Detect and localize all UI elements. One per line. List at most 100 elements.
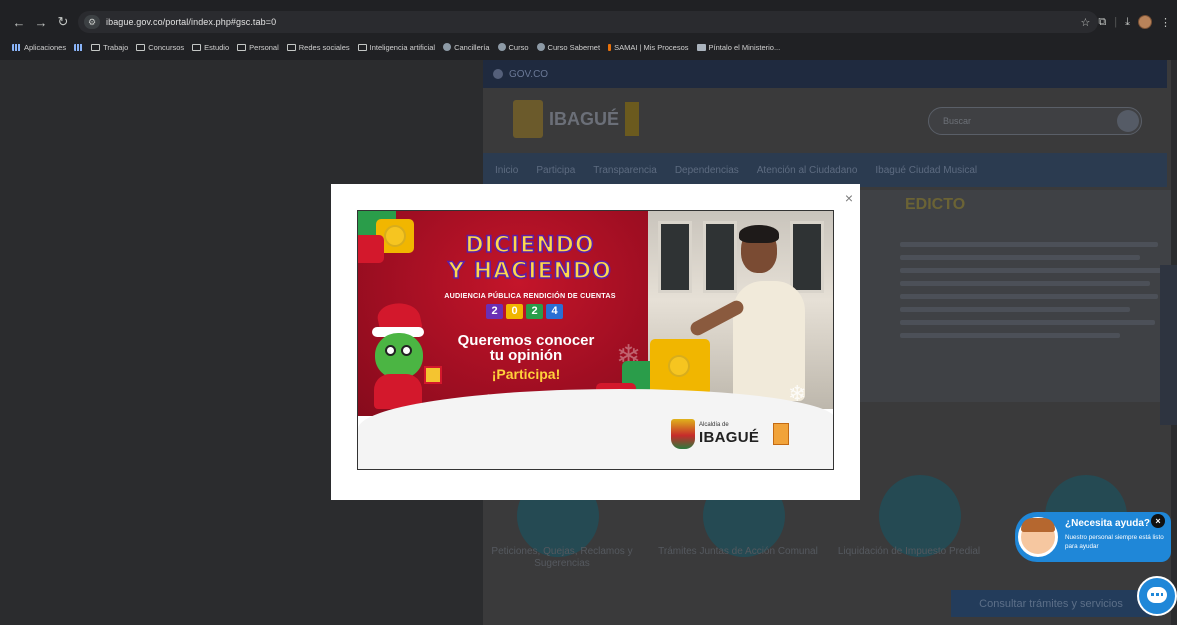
chat-button[interactable] xyxy=(1137,576,1177,616)
lego-block-yellow xyxy=(650,339,710,395)
consult-services-button[interactable]: Consultar trámites y servicios xyxy=(951,590,1151,617)
brand-tag-icon xyxy=(773,423,790,445)
nav-inicio[interactable]: Inicio xyxy=(495,165,518,176)
lego-block-red xyxy=(358,235,384,263)
edicto-text-line xyxy=(900,255,1140,260)
site-search-input[interactable]: Buscar xyxy=(928,107,1142,135)
service-label-pqrs[interactable]: Peticiones, Quejas, Reclamos y Sugerenci… xyxy=(477,546,647,570)
course-icon xyxy=(497,43,506,51)
nav-atencion[interactable]: Atención al Ciudadano xyxy=(757,165,858,176)
divider-icon: | xyxy=(1114,16,1118,28)
extensions-icon[interactable]: ⧉ xyxy=(1098,16,1106,29)
gift-icon xyxy=(424,366,442,384)
year-digit: 2 xyxy=(526,304,543,319)
bookmark-curso-sabernet[interactable]: Curso Sabernet xyxy=(536,43,600,52)
search-placeholder: Buscar xyxy=(943,116,972,126)
year-digit: 4 xyxy=(546,304,563,319)
samai-icon xyxy=(608,43,612,51)
alcaldia-wordmark: Alcaldía de IBAGUÉ xyxy=(699,422,759,446)
forward-arrow-icon[interactable]: → xyxy=(30,11,52,33)
menu-icon[interactable]: ⋮ xyxy=(1160,16,1171,29)
apps-grid-icon xyxy=(74,43,84,51)
nav-transparencia[interactable]: Transparencia xyxy=(593,165,657,176)
bookmark-trabajo[interactable]: Trabajo xyxy=(91,43,128,52)
modal-close-button[interactable]: × xyxy=(841,190,857,206)
photo-window xyxy=(790,221,824,293)
bookmark-star-icon[interactable]: ☆ xyxy=(1081,16,1091,29)
screenshot-root: ← → ↻ ⚙ ibague.gov.co/portal/index.php#g… xyxy=(0,0,1177,625)
chat-dots-icon xyxy=(1151,593,1163,596)
help-title: ¿Necesita ayuda? xyxy=(1065,518,1151,529)
site-settings-icon[interactable]: ⚙ xyxy=(84,15,100,29)
edicto-text-line xyxy=(900,294,1158,299)
folder-icon xyxy=(237,43,247,51)
folder-icon xyxy=(136,43,146,51)
service-label-juntas[interactable]: Trámites Juntas de Acción Comunal xyxy=(653,546,823,558)
bookmark-estudio[interactable]: Estudio xyxy=(192,43,229,52)
toolbar-actions: ☆ ⧉ | ⤓ ⋮ xyxy=(1081,11,1171,33)
alcaldia-small-text: Alcaldía de xyxy=(699,422,729,428)
bookmark-redes-sociales[interactable]: Redes sociales xyxy=(286,43,350,52)
mascot-eye xyxy=(401,345,412,356)
cta-participa: ¡Participa! xyxy=(491,366,561,382)
edicto-text-line xyxy=(900,307,1130,312)
accessibility-tabs[interactable] xyxy=(1160,265,1177,425)
headline-diciendo: DICIENDO xyxy=(465,232,595,259)
url-text[interactable]: ibague.gov.co/portal/index.php#gsc.tab=0 xyxy=(106,17,276,27)
gov-co-bar: GOV.CO xyxy=(483,60,1167,88)
back-arrow-icon[interactable]: ← xyxy=(8,11,30,33)
year-digit: 0 xyxy=(506,304,523,319)
help-close-button[interactable]: × xyxy=(1151,514,1165,528)
bookmark-cancilleria[interactable]: Cancillería xyxy=(443,43,490,52)
address-bar[interactable]: ⚙ ibague.gov.co/portal/index.php#gsc.tab… xyxy=(78,11,1098,33)
nav-dependencias[interactable]: Dependencias xyxy=(675,165,739,176)
bookmark-inteligencia-artificial[interactable]: Inteligencia artificial xyxy=(357,43,435,52)
coat-of-arms-icon xyxy=(671,419,695,449)
bookmark-apps-grid[interactable] xyxy=(74,43,84,51)
snowflake-icon: ❄ xyxy=(788,381,807,406)
mascot-eye xyxy=(385,345,396,356)
apps-grid-icon xyxy=(12,43,21,51)
brand-tag-icon xyxy=(625,102,640,136)
service-label-predial[interactable]: Liquidación de Impuesto Predial xyxy=(824,546,994,558)
bookmark-personal[interactable]: Personal xyxy=(237,43,279,52)
logo-text: IBAGUÉ xyxy=(549,108,620,129)
coat-of-arms-icon xyxy=(513,100,543,138)
help-text: Nuestro personal siempre está listo para… xyxy=(1065,534,1164,550)
bookmarks-bar: Aplicaciones Trabajo Concursos Estudio P… xyxy=(0,38,1177,56)
mascot-face xyxy=(375,333,423,379)
edicto-text-line xyxy=(900,333,1120,338)
search-icon[interactable] xyxy=(1117,110,1139,132)
year-badge: 2 0 2 4 xyxy=(486,304,563,319)
cta-line-1: Queremos conocer xyxy=(457,332,595,349)
bookmark-samai[interactable]: SAMAI | Mis Procesos xyxy=(608,43,689,52)
alcaldia-logo: Alcaldía de IBAGUÉ xyxy=(671,419,790,449)
reload-icon[interactable]: ↻ xyxy=(52,11,74,33)
folder-icon xyxy=(91,43,101,51)
edicto-text-line xyxy=(900,242,1158,247)
nav-participa[interactable]: Participa xyxy=(536,165,575,176)
edicto-text-line xyxy=(900,281,1150,286)
bookmark-curso[interactable]: Curso xyxy=(497,43,529,52)
profile-avatar[interactable] xyxy=(1138,15,1152,29)
toolbar: ← → ↻ ⚙ ibague.gov.co/portal/index.php#g… xyxy=(0,8,1177,36)
nav-ciudad-musical[interactable]: Ibagué Ciudad Musical xyxy=(875,165,977,176)
campaign-banner[interactable]: DICIENDO Y HACIENDO AUDIENCIA PÚBLICA RE… xyxy=(357,210,834,470)
photo-window xyxy=(658,221,692,293)
headline-haciendo: Y HACIENDO xyxy=(447,258,612,285)
bookmark-concursos[interactable]: Concursos xyxy=(136,43,184,52)
person-hair xyxy=(739,225,779,243)
folder-icon xyxy=(192,43,202,51)
site-logo[interactable]: IBAGUÉ xyxy=(513,95,643,143)
download-icon[interactable]: ⤓ xyxy=(1125,16,1130,29)
bookmark-aplicaciones[interactable]: Aplicaciones xyxy=(12,43,66,52)
doc-icon xyxy=(696,43,706,51)
cta-line-2: tu opinión xyxy=(489,347,563,364)
edicto-text-line xyxy=(900,268,1162,273)
gov-co-link[interactable]: GOV.CO xyxy=(509,69,548,80)
globe-icon xyxy=(443,43,452,51)
announcement-modal: × DICIENDO Y HACIENDO AUDIENCIA PÚBLICA … xyxy=(331,184,860,500)
predial-icon[interactable] xyxy=(879,475,961,557)
gov-co-icon xyxy=(493,69,503,79)
bookmark-pintalo[interactable]: Píntalo el Ministerio... xyxy=(696,43,780,52)
